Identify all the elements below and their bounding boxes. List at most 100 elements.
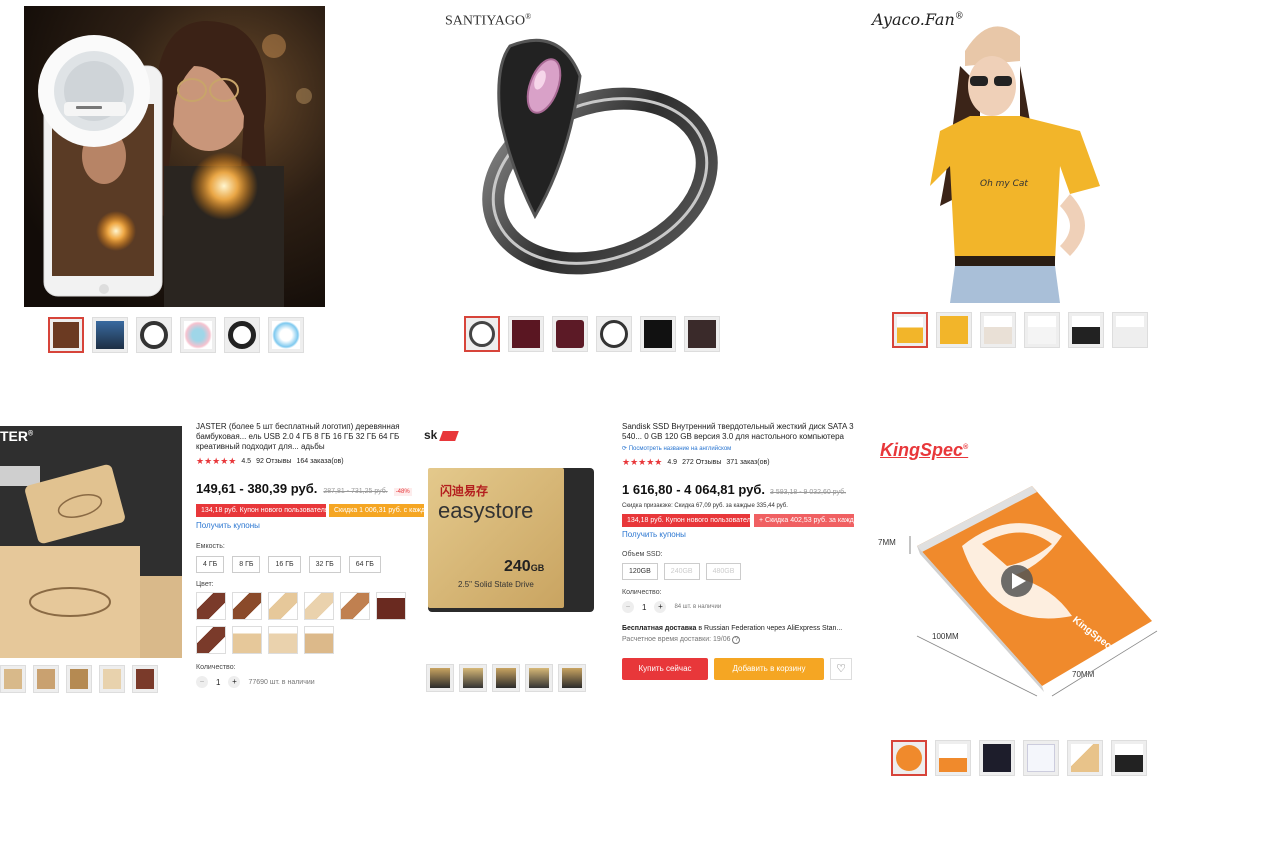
price-row: 149,61 - 380,39 руб. 287,81 - 731,25 руб… (196, 481, 428, 496)
capacity-label: Емкость: (196, 543, 225, 550)
thumbnail[interactable] (558, 664, 586, 692)
color-swatch[interactable] (196, 592, 226, 620)
add-to-cart-button[interactable]: Добавить в корзину (714, 658, 824, 680)
product-image-tshirt[interactable]: Ayaco.Fan® Oh my Cat (870, 6, 1170, 303)
ssd-option[interactable]: 480GB (705, 563, 742, 580)
capacity-option[interactable]: 8 ГБ (232, 556, 261, 573)
thumbnail[interactable] (980, 312, 1016, 348)
color-swatch[interactable] (376, 592, 406, 620)
thumbnail[interactable] (1112, 312, 1148, 348)
product-image-ring[interactable]: SANTIYAGO® (440, 6, 740, 306)
color-swatch[interactable] (304, 626, 334, 654)
thumbnail[interactable] (464, 316, 500, 352)
ssd-option[interactable]: 240GB (663, 563, 700, 580)
buy-now-button[interactable]: Купить сейчас (622, 658, 708, 680)
orders-count: 371 заказ(ов) (726, 459, 770, 466)
thumbnail[interactable] (1111, 740, 1147, 776)
brand-fragment: sk (424, 428, 459, 442)
product-image-easystore[interactable]: sk 闪迪易存 easystore 240GB 2.5" Solid State… (424, 426, 596, 616)
thumbnail[interactable] (66, 665, 92, 693)
thumbnail[interactable] (48, 317, 84, 353)
thumbnail[interactable] (92, 317, 128, 353)
get-coupons-link[interactable]: Получить купоны (196, 521, 428, 530)
price-row: 1 616,80 - 4 064,81 руб. 3 593,18 - 9 03… (622, 482, 854, 497)
thumbnail[interactable] (426, 664, 454, 692)
product-name: easystore (438, 498, 534, 523)
thumbnail[interactable] (492, 664, 520, 692)
color-swatch[interactable] (268, 626, 298, 654)
thumbnail[interactable] (136, 317, 172, 353)
thumbnail[interactable] (892, 312, 928, 348)
quantity-stepper: − 1 + 77690 шт. в наличии (196, 676, 428, 688)
coupon-discount[interactable]: + Скидка 402,53 руб. за каждые (754, 514, 854, 527)
action-buttons: Купить сейчас Добавить в корзину ♡ (622, 658, 854, 680)
translate-link[interactable]: ⟳ Посмотреть название на английском (622, 445, 854, 452)
coupon-new-user[interactable]: 134,18 руб. Купон нового пользователя (196, 504, 326, 517)
stock-count: 84 шт. в наличии (674, 604, 722, 610)
color-swatch[interactable] (340, 592, 370, 620)
delivery-time: Расчетное время доставки: 19/06 ? (622, 636, 854, 644)
thumbnail[interactable] (180, 317, 216, 353)
coupon-new-user[interactable]: 134,18 руб. Купон нового пользователя (622, 514, 750, 527)
help-icon[interactable]: ? (732, 636, 741, 644)
color-swatch[interactable] (304, 592, 334, 620)
color-swatch[interactable] (268, 592, 298, 620)
thumbnail[interactable] (0, 665, 26, 693)
thumbnail[interactable] (268, 317, 304, 353)
ssd-options: 120GB 240GB 480GB (622, 563, 854, 580)
quantity-label: Количество: (196, 664, 236, 671)
orders-count: 164 заказа(ов) (296, 458, 344, 465)
thumbnail[interactable] (525, 664, 553, 692)
reviews-link[interactable]: 92 Отзывы (256, 458, 291, 465)
thumbnail[interactable] (891, 740, 927, 776)
model-illustration: Oh my Cat (930, 26, 1100, 303)
reviews-link[interactable]: 272 Отзывы (682, 459, 721, 466)
color-swatch[interactable] (232, 626, 262, 654)
thumbnail[interactable] (1068, 312, 1104, 348)
qty-value[interactable]: 1 (216, 678, 220, 687)
coupon-discount[interactable]: Скидка 1 006,31 руб. с каждых (329, 504, 427, 517)
qty-value[interactable]: 1 (642, 603, 646, 612)
ssd-label: 闪迪易存 easystore 240GB 2.5" Solid State Dr… (428, 468, 564, 608)
product-image-ring-light[interactable] (24, 6, 325, 307)
shipping-info: Бесплатная доставка в Russian Federation… (622, 625, 843, 632)
thumbnail[interactable] (1067, 740, 1103, 776)
color-swatch[interactable] (196, 626, 226, 654)
wishlist-heart-icon[interactable]: ♡ (830, 658, 852, 680)
thumbnail[interactable] (596, 316, 632, 352)
thumbnail[interactable] (552, 316, 588, 352)
product-image-kingspec[interactable]: KingSpec® 7MM 100MM 70MM KingSpec (872, 426, 1182, 726)
capacity-option[interactable]: 64 ГБ (348, 556, 381, 573)
capacity: 240GB (504, 558, 545, 575)
thumbnail[interactable] (99, 665, 125, 693)
thumbnail[interactable] (508, 316, 544, 352)
qty-minus-button[interactable]: − (196, 676, 208, 688)
thumbnail[interactable] (1024, 312, 1060, 348)
kingspec-ssd-illustration: KingSpec (909, 486, 1158, 697)
thumbnail[interactable] (684, 316, 720, 352)
thumbnail[interactable] (935, 740, 971, 776)
color-swatch[interactable] (232, 592, 262, 620)
capacity-option[interactable]: 16 ГБ (268, 556, 301, 573)
qty-minus-button[interactable]: − (622, 601, 634, 613)
get-coupons-link[interactable]: Получить купоны (622, 530, 854, 539)
product-image-usb[interactable]: TER® (0, 426, 182, 658)
rating-row: ★★★★★ 4.5 92 Отзывы 164 заказа(ов) (196, 456, 428, 467)
thumbnail[interactable] (459, 664, 487, 692)
thumbnail[interactable] (979, 740, 1015, 776)
thumbnail[interactable] (132, 665, 158, 693)
thumbnail[interactable] (640, 316, 676, 352)
thumbnail[interactable] (33, 665, 59, 693)
qty-plus-button[interactable]: + (228, 676, 241, 688)
thumbnail[interactable] (1023, 740, 1059, 776)
qty-plus-button[interactable]: + (654, 601, 667, 613)
thumbnail[interactable] (936, 312, 972, 348)
rating-value: 4.9 (667, 459, 678, 466)
capacity-option[interactable]: 32 ГБ (308, 556, 341, 573)
quantity-label: Количество: (622, 589, 662, 596)
capacity-option[interactable]: 4 ГБ (196, 556, 225, 573)
old-price: 287,81 - 731,25 руб. (323, 488, 388, 495)
thumbnail[interactable] (224, 317, 260, 353)
ssd-option[interactable]: 120GB (622, 563, 658, 580)
quantity-stepper: − 1 + 84 шт. в наличии (622, 601, 854, 613)
